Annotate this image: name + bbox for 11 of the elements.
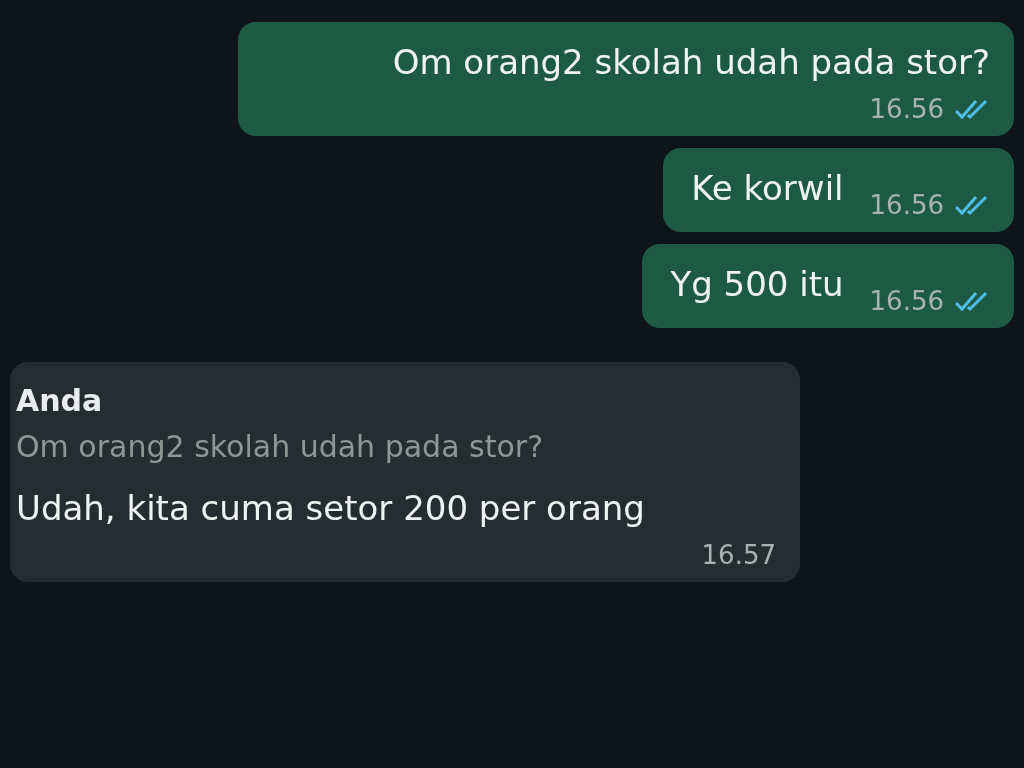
message-time: 16.56	[869, 94, 944, 124]
message-text: Ke korwil	[691, 167, 844, 210]
message-time: 16.56	[869, 190, 944, 220]
quote-author: Anda	[16, 382, 104, 420]
message-time: 16.57	[701, 540, 776, 570]
message-text: Udah, kita cuma setor 200 per orang	[15, 487, 646, 530]
message-text: Om orang2 skolah udah pada stor?	[392, 41, 990, 84]
quote-text: Om orang2 skolah udah pada stor?	[16, 428, 545, 466]
quoted-message[interactable]: Anda Om orang2 skolah udah pada stor?	[0, 376, 776, 474]
message-time: 16.56	[869, 286, 944, 316]
message-text: Yg 500 itu	[670, 263, 844, 306]
